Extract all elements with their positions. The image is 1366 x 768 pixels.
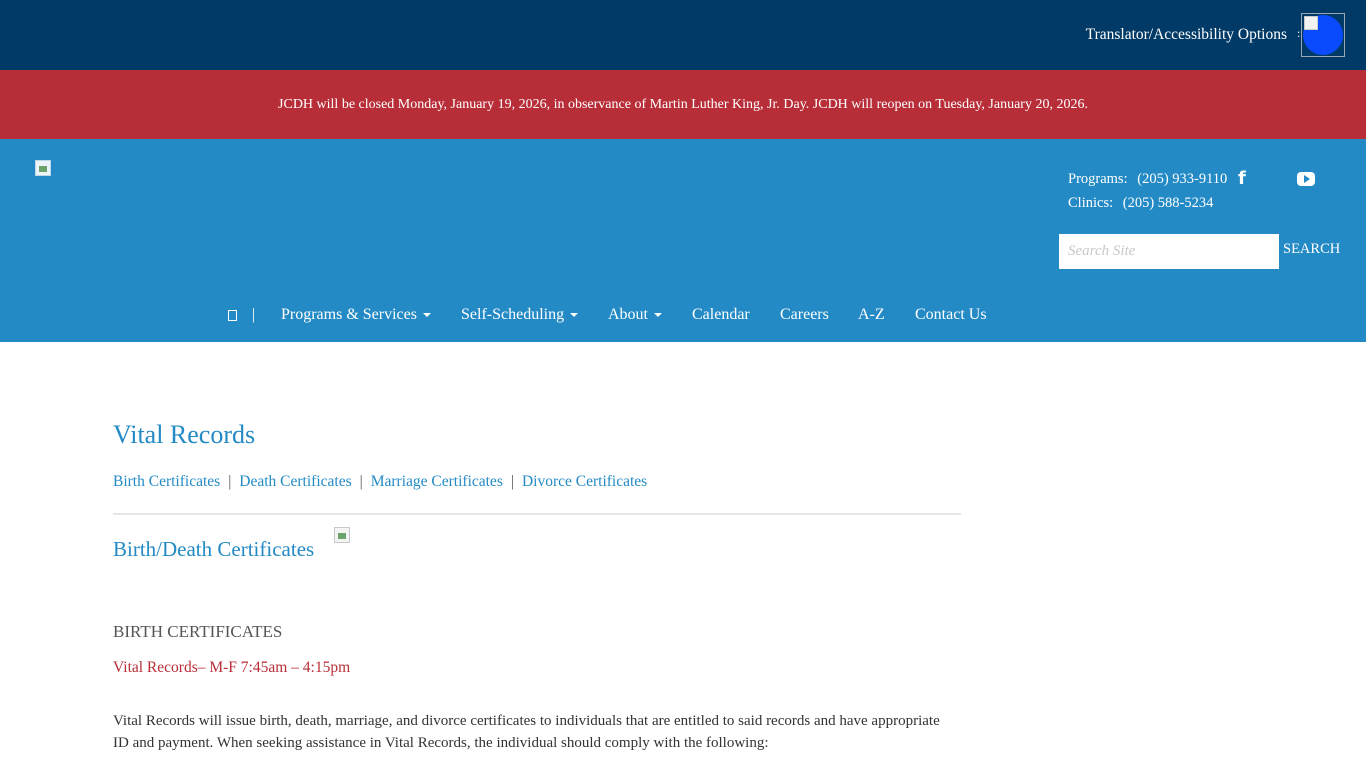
- nav-label: About: [608, 306, 648, 323]
- section-image: [334, 527, 350, 543]
- nav-calendar[interactable]: Calendar: [692, 306, 750, 324]
- death-certificates-link[interactable]: Death Certificates: [239, 473, 351, 490]
- home-icon[interactable]: [228, 310, 237, 321]
- search-input[interactable]: [1059, 234, 1279, 269]
- office-hours: Vital Records– M-F 7:45am – 4:15pm: [113, 659, 351, 676]
- accessibility-icon[interactable]: [1301, 13, 1345, 57]
- nav-careers[interactable]: Careers: [780, 306, 829, 324]
- section-title: Birth/Death Certificates: [113, 537, 315, 561]
- divorce-certificates-link[interactable]: Divorce Certificates: [522, 473, 647, 490]
- programs-phone: Programs: (205) 933-9110: [1068, 171, 1227, 188]
- subnav-separator: |: [359, 473, 363, 490]
- translator-dropdown-indicator: :: [1297, 26, 1301, 40]
- broken-image-icon: [1304, 16, 1318, 30]
- main-navigation: | Programs & Services Self-Scheduling Ab…: [0, 299, 1366, 333]
- page-title: Vital Records: [113, 420, 256, 449]
- birth-certificates-heading: BIRTH CERTIFICATES: [113, 622, 283, 641]
- programs-phone-number[interactable]: (205) 933-9110: [1137, 171, 1227, 187]
- nav-programs-services[interactable]: Programs & Services: [281, 306, 431, 324]
- clinics-phone-number[interactable]: (205) 588-5234: [1123, 195, 1214, 211]
- birth-certificates-link[interactable]: Birth Certificates: [113, 473, 220, 490]
- youtube-icon[interactable]: [1297, 172, 1315, 186]
- nav-a-z[interactable]: A-Z: [858, 306, 885, 324]
- content-divider: [113, 513, 961, 515]
- nav-label: Programs & Services: [281, 306, 417, 323]
- caret-down-icon: [654, 313, 662, 318]
- clinics-phone: Clinics: (205) 588-5234: [1068, 195, 1213, 212]
- vital-records-subnav: Birth Certificates | Death Certificates | Ma…: [113, 473, 647, 491]
- logo-image[interactable]: [35, 160, 51, 176]
- facebook-icon[interactable]: f: [1238, 169, 1252, 189]
- nav-separator: |: [252, 306, 256, 323]
- nav-contact-us[interactable]: Contact Us: [915, 306, 987, 324]
- marriage-certificates-link[interactable]: Marriage Certificates: [371, 473, 503, 490]
- translator-accessibility-link[interactable]: Translator/Accessibility Options: [1086, 26, 1287, 44]
- site-header: Programs: (205) 933-9110 Clinics: (205) …: [0, 139, 1366, 342]
- caret-down-icon: [422, 313, 431, 318]
- search-button[interactable]: SEARCH: [1283, 241, 1340, 258]
- nav-self-scheduling[interactable]: Self-Scheduling: [461, 306, 579, 324]
- clinics-label: Clinics:: [1068, 195, 1114, 211]
- nav-about[interactable]: About: [608, 306, 662, 324]
- caret-down-icon: [570, 313, 579, 318]
- nav-label: Self-Scheduling: [461, 306, 565, 323]
- programs-label: Programs:: [1068, 171, 1128, 187]
- subnav-separator: |: [510, 473, 514, 490]
- subnav-separator: |: [228, 473, 232, 490]
- top-utility-bar: Translator/Accessibility Options :: [0, 0, 1366, 70]
- closure-alert-banner: JCDH will be closed Monday, January 19, …: [0, 70, 1366, 139]
- body-paragraph: Vital Records will issue birth, death, m…: [113, 713, 940, 751]
